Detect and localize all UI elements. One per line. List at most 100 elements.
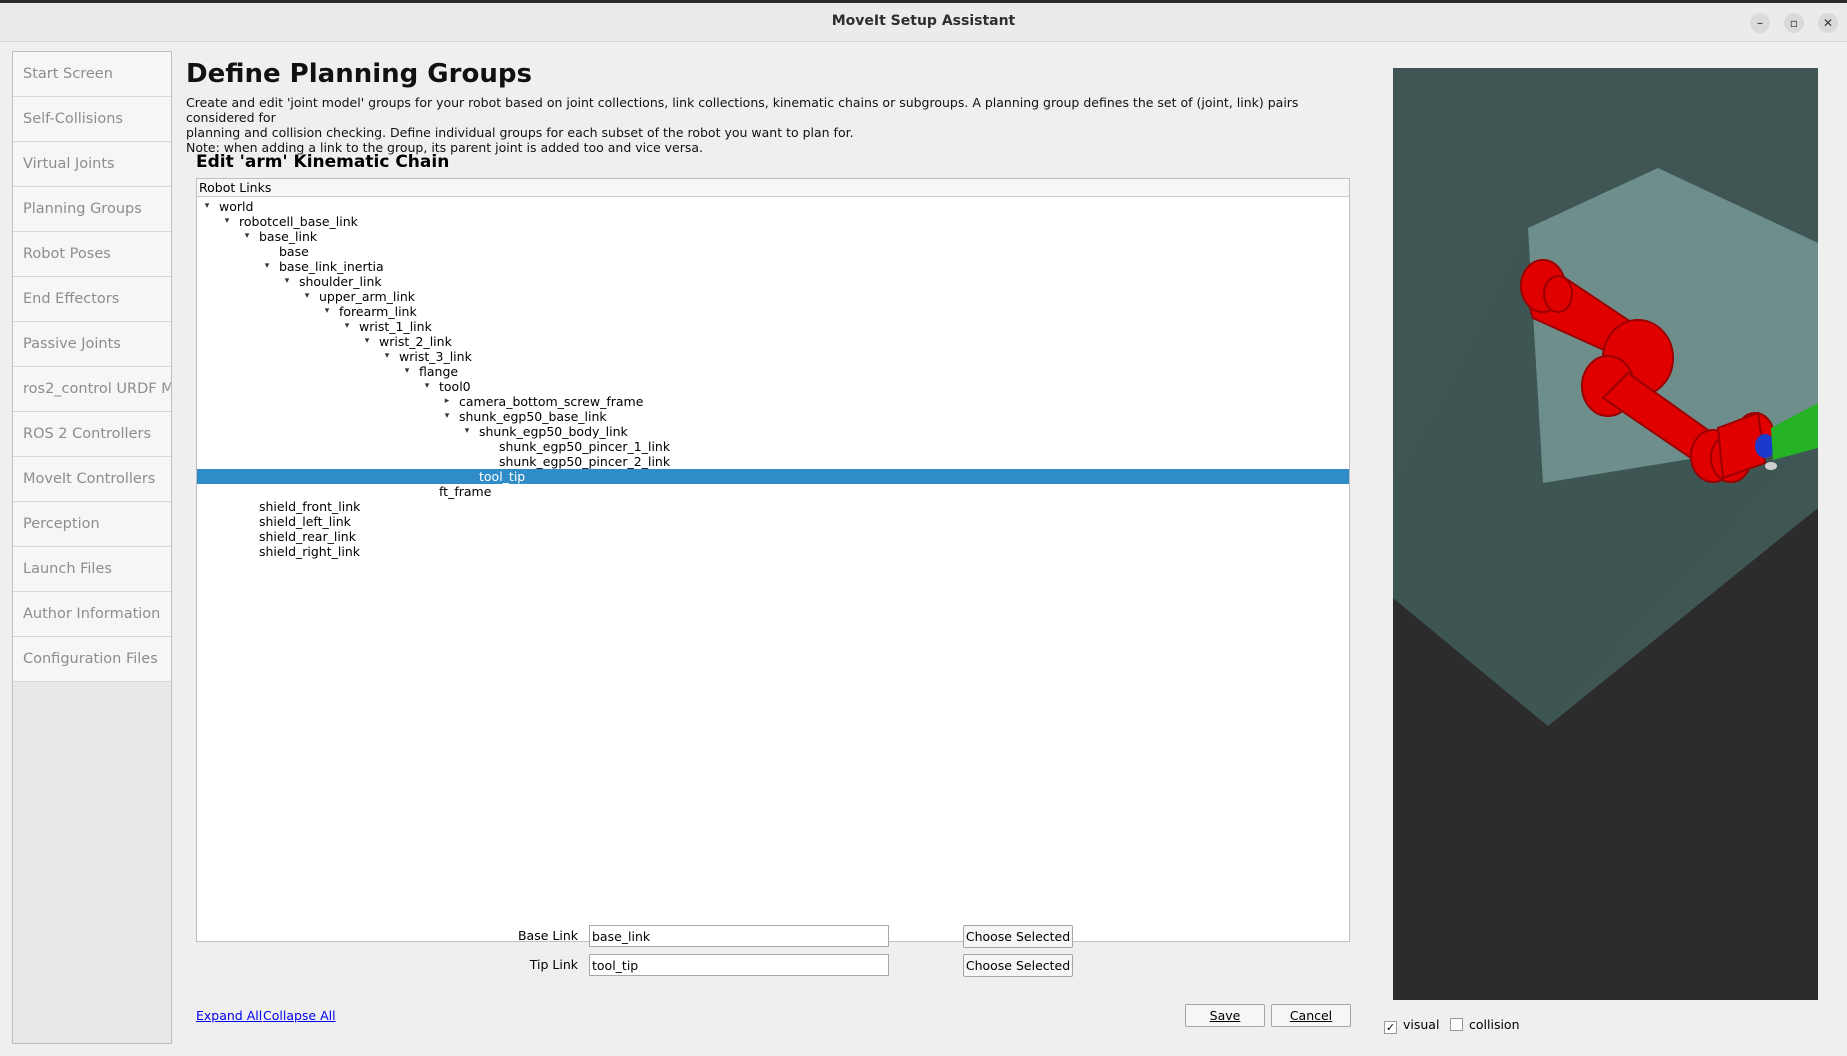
sidebar-item-passive-joints[interactable]: Passive Joints	[13, 322, 171, 367]
expanded-arrow-icon[interactable]: ▾	[381, 349, 393, 364]
cancel-label: Cancel	[1289, 1008, 1333, 1023]
sidebar-item-configuration-files[interactable]: Configuration Files	[13, 637, 171, 682]
expand-all-link[interactable]: Expand All	[196, 1008, 262, 1023]
tree-row[interactable]: ▾ tool0	[197, 379, 1349, 394]
maximize-icon[interactable]: ▫	[1784, 13, 1804, 33]
collision-checkbox[interactable]	[1450, 1018, 1463, 1031]
tree-row-label: base_link_inertia	[279, 259, 384, 274]
expanded-arrow-icon[interactable]: ▾	[321, 304, 333, 319]
tree-row-label: shunk_egp50_pincer_2_link	[499, 454, 671, 469]
save-button[interactable]: Save	[1185, 1004, 1265, 1027]
tool-tip-marker	[1765, 462, 1777, 470]
choose-selected-tip-button[interactable]: Choose Selected	[963, 954, 1073, 977]
collapse-all-link[interactable]: Collapse All	[263, 1008, 336, 1023]
expanded-arrow-icon[interactable]: ▾	[361, 334, 373, 349]
tree-row-label: upper_arm_link	[319, 289, 415, 304]
sidebar-nav: Start Screen Self-Collisions Virtual Joint…	[12, 51, 172, 1044]
tree-row[interactable]: ▾ shoulder_link	[197, 274, 1349, 289]
tree-row-label: shunk_egp50_pincer_1_link	[499, 439, 671, 454]
expanded-arrow-icon[interactable]: ▾	[281, 274, 293, 289]
tree-row[interactable]: ▾ robotcell_base_link	[197, 214, 1349, 229]
page-description: Create and edit 'joint model' groups for…	[186, 95, 1356, 155]
visual-checkbox[interactable]: ✓	[1384, 1021, 1397, 1034]
tree-row[interactable]: ▾ wrist_3_link	[197, 349, 1349, 364]
window-titlebar: MoveIt Setup Assistant – ▫ ✕	[0, 0, 1847, 42]
tree-row[interactable]: ft_frame	[197, 484, 1349, 499]
sidebar-item-moveit-controllers[interactable]: MoveIt Controllers	[13, 457, 171, 502]
sidebar-item-virtual-joints[interactable]: Virtual Joints	[13, 142, 171, 187]
robot-links-tree[interactable]: Robot Links ▾ world ▾ robotcell_base_link ▾ b…	[196, 178, 1350, 942]
save-label: Save	[1209, 1008, 1241, 1023]
expanded-arrow-icon[interactable]: ▾	[441, 409, 453, 424]
tree-row-label: wrist_2_link	[379, 334, 452, 349]
base-link-label: Base Link	[517, 928, 578, 943]
tree-row[interactable]: ▾ base_link_inertia	[197, 259, 1349, 274]
tree-row-label: wrist_3_link	[399, 349, 472, 364]
tree-row[interactable]: ▾ wrist_1_link	[197, 319, 1349, 334]
tree-row-label: shunk_egp50_base_link	[459, 409, 607, 424]
tree-row-label: wrist_1_link	[359, 319, 432, 334]
description-line: planning and collision checking. Define …	[186, 125, 854, 140]
tree-row[interactable]: ▾ base_link	[197, 229, 1349, 244]
expanded-arrow-icon[interactable]: ▾	[301, 289, 313, 304]
sidebar-item-ros2-control-urdf-mo[interactable]: ros2_control URDF Mo	[13, 367, 171, 412]
robot-scene	[1393, 168, 1818, 1000]
collapsed-arrow-icon[interactable]: ▸	[441, 394, 453, 409]
tree-row[interactable]: shield_right_link	[197, 544, 1349, 559]
sidebar-item-start-screen[interactable]: Start Screen	[13, 52, 171, 97]
sidebar-item-planning-groups[interactable]: Planning Groups	[13, 187, 171, 232]
sidebar-item-end-effectors[interactable]: End Effectors	[13, 277, 171, 322]
minimize-icon[interactable]: –	[1750, 13, 1770, 33]
tree-row[interactable]: ▾ upper_arm_link	[197, 289, 1349, 304]
visual-toggle[interactable]: ✓ visual	[1384, 1017, 1439, 1034]
tree-row-label: shield_right_link	[259, 544, 360, 559]
sidebar-item-ros-2-controllers[interactable]: ROS 2 Controllers	[13, 412, 171, 457]
tree-row[interactable]: ▸ camera_bottom_screw_frame	[197, 394, 1349, 409]
tree-row-label: base	[279, 244, 309, 259]
tree-row[interactable]: ▾ flange	[197, 364, 1349, 379]
tree-row[interactable]: ▾ shunk_egp50_body_link	[197, 424, 1349, 439]
expanded-arrow-icon[interactable]: ▾	[241, 229, 253, 244]
expanded-arrow-icon[interactable]: ▾	[221, 214, 233, 229]
sidebar-item-robot-poses[interactable]: Robot Poses	[13, 232, 171, 277]
expanded-arrow-icon[interactable]: ▾	[421, 379, 433, 394]
sidebar-item-self-collisions[interactable]: Self-Collisions	[13, 97, 171, 142]
tree-row[interactable]: shunk_egp50_pincer_2_link	[197, 454, 1349, 469]
tree-row[interactable]: ▾ forearm_link	[197, 304, 1349, 319]
tree-row-label: ft_frame	[439, 484, 492, 499]
sidebar-item-author-information[interactable]: Author Information	[13, 592, 171, 637]
tree-row[interactable]: ▾ world	[197, 199, 1349, 214]
sidebar-item-perception[interactable]: Perception	[13, 502, 171, 547]
tree-row[interactable]: shunk_egp50_pincer_1_link	[197, 439, 1349, 454]
tree-row-label: flange	[419, 364, 459, 379]
tree-row[interactable]: shield_left_link	[197, 514, 1349, 529]
expanded-arrow-icon[interactable]: ▾	[261, 259, 273, 274]
cancel-button[interactable]: Cancel	[1271, 1004, 1351, 1027]
tree-row-label: tool0	[439, 379, 471, 394]
main-panel: Define Planning Groups Create and edit '…	[186, 42, 1356, 1056]
section-title: Edit 'arm' Kinematic Chain	[196, 152, 450, 172]
tree-row-label: shoulder_link	[299, 274, 382, 289]
robot-3d-viewer[interactable]	[1393, 68, 1818, 1000]
sidebar-item-launch-files[interactable]: Launch Files	[13, 547, 171, 592]
collision-toggle[interactable]: collision	[1450, 1017, 1520, 1032]
expanded-arrow-icon[interactable]: ▾	[461, 424, 473, 439]
expanded-arrow-icon[interactable]: ▾	[201, 199, 213, 214]
tip-link-input[interactable]	[589, 954, 889, 976]
choose-selected-base-button[interactable]: Choose Selected	[963, 925, 1073, 948]
tree-row-label: base_link	[259, 229, 318, 244]
visual-label: visual	[1403, 1017, 1440, 1032]
tree-row[interactable]: ▾ wrist_2_link	[197, 334, 1349, 349]
tree-row[interactable]: shield_rear_link	[197, 529, 1349, 544]
tree-rows: ▾ world ▾ robotcell_base_link ▾ base_link base…	[197, 197, 1349, 559]
tree-row[interactable]: base	[197, 244, 1349, 259]
expanded-arrow-icon[interactable]: ▾	[341, 319, 353, 334]
tree-row[interactable]: shield_front_link	[197, 499, 1349, 514]
tree-row[interactable]: tool_tip	[197, 469, 1349, 484]
tree-row[interactable]: ▾ shunk_egp50_base_link	[197, 409, 1349, 424]
close-icon[interactable]: ✕	[1818, 13, 1838, 33]
tree-row-label: shield_front_link	[259, 499, 361, 514]
expanded-arrow-icon[interactable]: ▾	[401, 364, 413, 379]
base-link-input[interactable]	[589, 925, 889, 947]
tree-row-label: world	[219, 199, 254, 214]
